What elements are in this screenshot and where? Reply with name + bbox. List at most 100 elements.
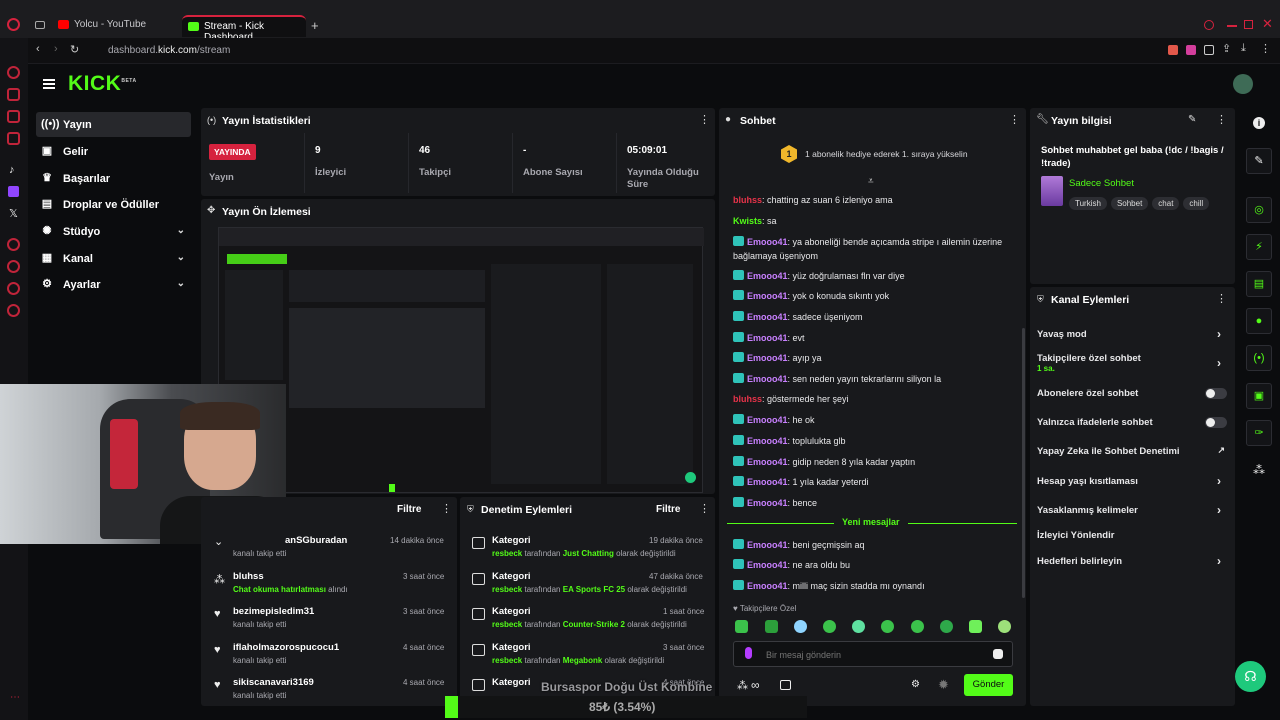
emote-icon[interactable]	[911, 620, 924, 633]
nav-item-studyo[interactable]: ✺ Stüdyo ⌄	[36, 219, 191, 244]
url-field[interactable]: dashboard.kick.com/stream	[108, 45, 230, 56]
more-icon[interactable]: ⋯	[10, 692, 20, 703]
action-followers-only[interactable]: Takipçilere özel sohbet 1 sa. ›	[1037, 353, 1227, 373]
chat-message-field[interactable]	[766, 646, 976, 663]
filter-button[interactable]: Filtre	[656, 504, 680, 515]
category-thumbnail[interactable]	[1041, 176, 1063, 206]
tag-pill[interactable]: Sohbet	[1110, 197, 1149, 210]
bookmarks-icon[interactable]	[7, 282, 20, 295]
edit-icon[interactable]: ✎	[1188, 114, 1196, 125]
action-banned-words[interactable]: Yasaklanmış kelimeler ›	[1037, 503, 1227, 517]
filter-button[interactable]: Filtre	[397, 504, 421, 515]
info-icon[interactable]: i	[1253, 117, 1265, 129]
broadcast-tool-button[interactable]: (•)	[1246, 345, 1272, 371]
toggle-switch[interactable]	[1205, 388, 1227, 399]
tiktok-icon[interactable]: ♪	[9, 164, 15, 176]
news-icon[interactable]	[7, 110, 20, 123]
emote-icon[interactable]	[794, 620, 807, 633]
scan-tool-button[interactable]: ◎	[1246, 197, 1272, 223]
back-icon[interactable]: ‹	[36, 43, 40, 55]
reload-icon[interactable]: ↻	[70, 43, 79, 56]
share-icon[interactable]: ⇪	[1222, 42, 1231, 55]
share-nodes-icon[interactable]: ⁂	[1253, 463, 1265, 477]
nav-item-droplar[interactable]: ▤ Droplar ve Ödüller	[36, 192, 191, 217]
action-goals[interactable]: Hedefleri belirleyin ›	[1037, 554, 1227, 568]
kebab-menu-icon[interactable]: ⋮	[1009, 115, 1020, 126]
wallet-icon[interactable]	[7, 132, 20, 145]
kebab-menu-icon[interactable]: ⋮	[699, 115, 710, 126]
x-twitter-icon[interactable]: 𝕏	[9, 207, 18, 220]
history-icon[interactable]	[7, 260, 20, 273]
nav-item-ayarlar[interactable]: ⚙ Ayarlar ⌄	[36, 272, 191, 297]
download-icon[interactable]: ⤓	[1241, 42, 1246, 55]
puzzle-icon[interactable]	[1204, 45, 1214, 55]
action-ai-moderation[interactable]: Yapay Zeka ile Sohbet Denetimi ↗	[1037, 445, 1227, 457]
tab-overview-icon[interactable]	[35, 21, 45, 29]
chat-settings-icon[interactable]: ⚙	[911, 679, 920, 690]
gift-leaderboard-banner[interactable]: 1 1 abonelik hediye ederek 1. sıraya yük…	[781, 145, 1001, 165]
new-tab-button[interactable]: +	[311, 18, 319, 33]
emote-icon[interactable]	[998, 620, 1011, 633]
tab-kick-dashboard[interactable]: Stream - Kick Dashboard	[182, 15, 306, 43]
stream-preview-video[interactable]	[218, 227, 704, 493]
close-window-icon[interactable]: ✕	[1262, 16, 1273, 32]
extension-icon[interactable]	[1168, 45, 1178, 55]
edit-tool-button[interactable]: ✎	[1246, 148, 1272, 174]
extension-icon[interactable]	[1186, 45, 1196, 55]
tab-youtube[interactable]: Yolcu - YouTube	[52, 15, 176, 37]
bolt-tool-button[interactable]: ⚡︎	[1246, 234, 1272, 260]
search-tabs-icon[interactable]	[1204, 20, 1214, 30]
nav-item-kanal[interactable]: ▦ Kanal ⌄	[36, 246, 191, 271]
send-button[interactable]: Gönder	[964, 674, 1013, 696]
emote-icon[interactable]	[852, 620, 865, 633]
action-account-age[interactable]: Hesap yaşı kısıtlaması ›	[1037, 474, 1227, 488]
toggle-switch[interactable]	[1205, 417, 1227, 428]
maximize-icon[interactable]	[1244, 20, 1253, 29]
support-headset-icon[interactable]: ☊	[1235, 661, 1266, 692]
nav-item-basarilar[interactable]: ♛ Başarılar	[36, 166, 191, 191]
forward-icon[interactable]: ›	[54, 43, 58, 55]
wrench-tool-button[interactable]: ✑	[1246, 420, 1272, 446]
opera-logo-icon[interactable]	[7, 18, 20, 31]
emote-icon[interactable]	[940, 620, 953, 633]
tag-pill[interactable]: chat	[1152, 197, 1180, 210]
emote-icon[interactable]	[823, 620, 836, 633]
emote-icon[interactable]	[881, 620, 894, 633]
emote-icon[interactable]	[969, 620, 982, 633]
kebab-menu-icon[interactable]: ⋮	[441, 504, 452, 515]
layout-tool-button[interactable]: ▣	[1246, 383, 1272, 409]
tag-pill[interactable]: Turkish	[1069, 197, 1107, 210]
action-raid[interactable]: İzleyici Yönlendir	[1037, 530, 1227, 541]
emoji-icon[interactable]	[993, 649, 1003, 659]
menu-icon[interactable]: ⋮	[1260, 42, 1271, 55]
tag-pill[interactable]: chill	[1183, 197, 1210, 210]
kebab-menu-icon[interactable]: ⋮	[1216, 294, 1227, 305]
kebab-menu-icon[interactable]: ⋮	[1216, 115, 1227, 126]
player-icon[interactable]	[7, 238, 20, 251]
chat-input[interactable]	[733, 641, 1013, 667]
messenger-icon[interactable]	[7, 66, 20, 79]
kick-logo[interactable]: KICKBETA	[68, 72, 137, 96]
category-link[interactable]: Sadece Sohbet	[1069, 178, 1134, 189]
pinned-toggle-icon[interactable]: ⩡	[868, 176, 874, 187]
hamburger-menu-icon[interactable]	[43, 79, 55, 89]
microphone-icon[interactable]	[745, 647, 752, 659]
kebab-menu-icon[interactable]: ⋮	[699, 504, 710, 515]
action-subscribers-only[interactable]: Abonelere özel sohbet	[1037, 388, 1227, 399]
chat-tool-button[interactable]: ●	[1246, 308, 1272, 334]
twitch-icon[interactable]	[8, 186, 19, 197]
nav-item-yayin[interactable]: ((•)) Yayın	[36, 112, 191, 137]
mod-settings-icon[interactable]: ✹	[938, 677, 949, 693]
shopping-icon[interactable]	[7, 88, 20, 101]
settings-icon[interactable]	[7, 304, 20, 317]
minimize-icon[interactable]	[1227, 25, 1237, 27]
chat-scrollbar[interactable]	[1022, 328, 1025, 598]
action-slow-mode[interactable]: Yavaş mod ›	[1037, 327, 1227, 341]
notes-tool-button[interactable]: ▤	[1246, 271, 1272, 297]
emote-icon[interactable]	[765, 620, 778, 633]
action-emotes-only[interactable]: Yalnızca ifadelerle sohbet	[1037, 417, 1227, 428]
avatar[interactable]	[1233, 74, 1253, 94]
nav-item-gelir[interactable]: ▣ Gelir	[36, 139, 191, 164]
shield-icon: ⛨	[467, 504, 474, 514]
emote-icon[interactable]	[735, 620, 748, 633]
